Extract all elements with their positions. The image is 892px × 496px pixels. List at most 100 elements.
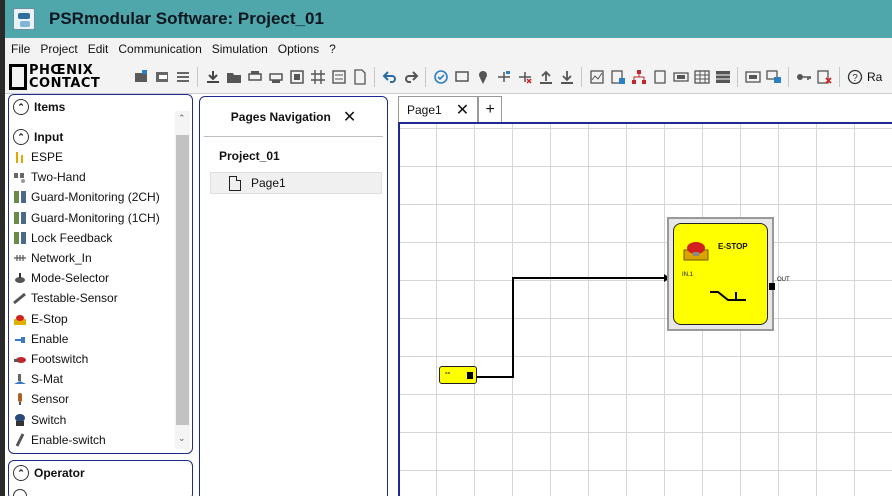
collapse-icon[interactable]: ⌃ (13, 99, 29, 115)
item-lock-feedback[interactable]: Lock Feedback (9, 228, 192, 248)
open-project-icon[interactable] (153, 68, 170, 85)
operator-panel-title: Operator (34, 466, 85, 480)
disconnect-icon[interactable] (516, 68, 533, 85)
operator-panel-header[interactable]: ⌃ Operator (9, 461, 192, 485)
page-list-item[interactable]: Page1 (210, 172, 382, 194)
menu-options[interactable]: Options (278, 42, 319, 56)
redo-icon[interactable] (402, 68, 419, 85)
scroll-up-icon[interactable]: ⌃ (178, 113, 186, 124)
item-s-mat[interactable]: S-Mat (9, 369, 192, 389)
tab-page1[interactable]: Page1 ✕ (398, 96, 479, 122)
undo-icon[interactable] (381, 68, 398, 85)
close-tab-icon[interactable]: ✕ (456, 100, 469, 120)
output-port[interactable] (769, 283, 775, 290)
item-testable-sensor[interactable]: Testable-Sensor (9, 288, 192, 308)
tab-label: Page1 (407, 102, 442, 117)
estop-block-body: E-STOP IN.1 (673, 223, 775, 325)
items-panel-header[interactable]: ⌃ Items (9, 95, 192, 119)
key-icon[interactable] (795, 68, 812, 85)
print-preview-icon[interactable] (267, 68, 284, 85)
item-label: Network_In (31, 251, 92, 266)
check-icon[interactable] (432, 68, 449, 85)
item-enable[interactable]: Enable (9, 329, 192, 349)
output-pin-label: OUT (777, 277, 790, 283)
document-icon[interactable] (351, 68, 368, 85)
project-name[interactable]: Project_01 (219, 149, 387, 163)
menu-bar: File Project Edit Communication Simulati… (5, 38, 892, 60)
page-icon-tb[interactable] (651, 68, 668, 85)
delete-module-icon[interactable] (816, 68, 833, 85)
frame-icon[interactable] (288, 68, 305, 85)
item-sensor[interactable]: Sensor (9, 389, 192, 409)
menu-simulation[interactable]: Simulation (212, 42, 268, 56)
network-icon[interactable] (630, 68, 647, 85)
item-label: Sensor (31, 392, 70, 407)
help-icon[interactable]: ? (846, 68, 863, 85)
estop-function-block[interactable]: E-STOP IN.1 OUT (667, 217, 790, 331)
connection-wire[interactable] (400, 124, 892, 496)
guard-1ch-icon (13, 211, 27, 225)
items-panel: ⌃ Items ⌃ Input ESPE Two-Hand Guard-Moni… (8, 94, 193, 454)
connect-icon[interactable] (495, 68, 512, 85)
mode-selector-icon (13, 271, 27, 285)
table-edit-icon[interactable] (714, 68, 731, 85)
menu-communication[interactable]: Communication (118, 42, 201, 56)
download-icon[interactable] (204, 68, 221, 85)
chart-icon[interactable] (588, 68, 605, 85)
upload-icon[interactable] (537, 68, 554, 85)
item-mode-selector[interactable]: Mode-Selector (9, 268, 192, 288)
folder-icon[interactable] (225, 68, 242, 85)
new-project-icon[interactable] (132, 68, 149, 85)
menu-file[interactable]: File (11, 42, 30, 56)
switch-icon (13, 413, 27, 427)
lock-feedback-icon (13, 231, 27, 245)
monitor-icon[interactable] (453, 68, 470, 85)
collapse-icon[interactable] (13, 489, 27, 496)
source-output-port[interactable] (467, 372, 473, 379)
menu-project[interactable]: Project (40, 42, 77, 56)
window-title: PSRmodular Software: Project_01 (49, 9, 324, 28)
list-icon[interactable] (174, 68, 191, 85)
item-guard-monitoring-2ch[interactable]: Guard-Monitoring (2CH) (9, 187, 192, 207)
item-network-in[interactable]: Network_In (9, 248, 192, 268)
item-enable-switch[interactable]: Enable-switch (9, 430, 192, 450)
location-icon[interactable] (474, 68, 491, 85)
module-link-icon[interactable] (765, 68, 782, 85)
item-label: Enable-switch (31, 432, 106, 447)
nc-contact-symbol-icon (710, 291, 746, 301)
pages-navigation-header: Pages Navigation ✕ (204, 97, 383, 137)
pages-navigation-panel: Pages Navigation ✕ Project_01 Page1 (199, 96, 388, 496)
form-icon[interactable] (330, 68, 347, 85)
download-device-icon[interactable] (558, 68, 575, 85)
collapse-icon[interactable]: ⌃ (13, 129, 29, 145)
block-title: E-STOP (718, 242, 748, 251)
grid-icon[interactable] (309, 68, 326, 85)
print-icon[interactable] (246, 68, 263, 85)
enable-icon (13, 332, 27, 346)
logic-canvas[interactable]: E-STOP IN.1 OUT -- (398, 122, 892, 496)
table-icon[interactable] (693, 68, 710, 85)
menu-edit[interactable]: Edit (88, 42, 109, 56)
item-espe[interactable]: ESPE (9, 147, 192, 167)
scroll-thumb[interactable] (176, 135, 189, 425)
item-footswitch[interactable]: Footswitch (9, 349, 192, 369)
input-group-header[interactable]: ⌃ Input (9, 127, 192, 147)
module-icon[interactable] (744, 68, 761, 85)
item-e-stop[interactable]: E-Stop (9, 309, 192, 329)
collapse-icon[interactable]: ⌃ (13, 465, 29, 481)
input-source-block[interactable]: -- (439, 366, 477, 384)
report-icon[interactable] (609, 68, 626, 85)
add-tab-button[interactable]: + (478, 96, 503, 122)
toolbar-separator (839, 66, 840, 87)
scroll-down-icon[interactable]: ⌄ (178, 433, 186, 444)
menu-help[interactable]: ? (329, 42, 336, 56)
item-two-hand[interactable]: Two-Hand (9, 167, 192, 187)
items-scrollbar[interactable]: ⌃ ⌄ (175, 111, 190, 449)
item-switch[interactable]: Switch (9, 409, 192, 429)
item-label: S-Mat (31, 372, 64, 387)
close-icon[interactable]: ✕ (343, 107, 356, 127)
item-guard-monitoring-1ch[interactable]: Guard-Monitoring (1CH) (9, 208, 192, 228)
page-icon (229, 175, 241, 191)
io-icon[interactable] (672, 68, 689, 85)
item-label: Guard-Monitoring (1CH) (31, 210, 160, 225)
